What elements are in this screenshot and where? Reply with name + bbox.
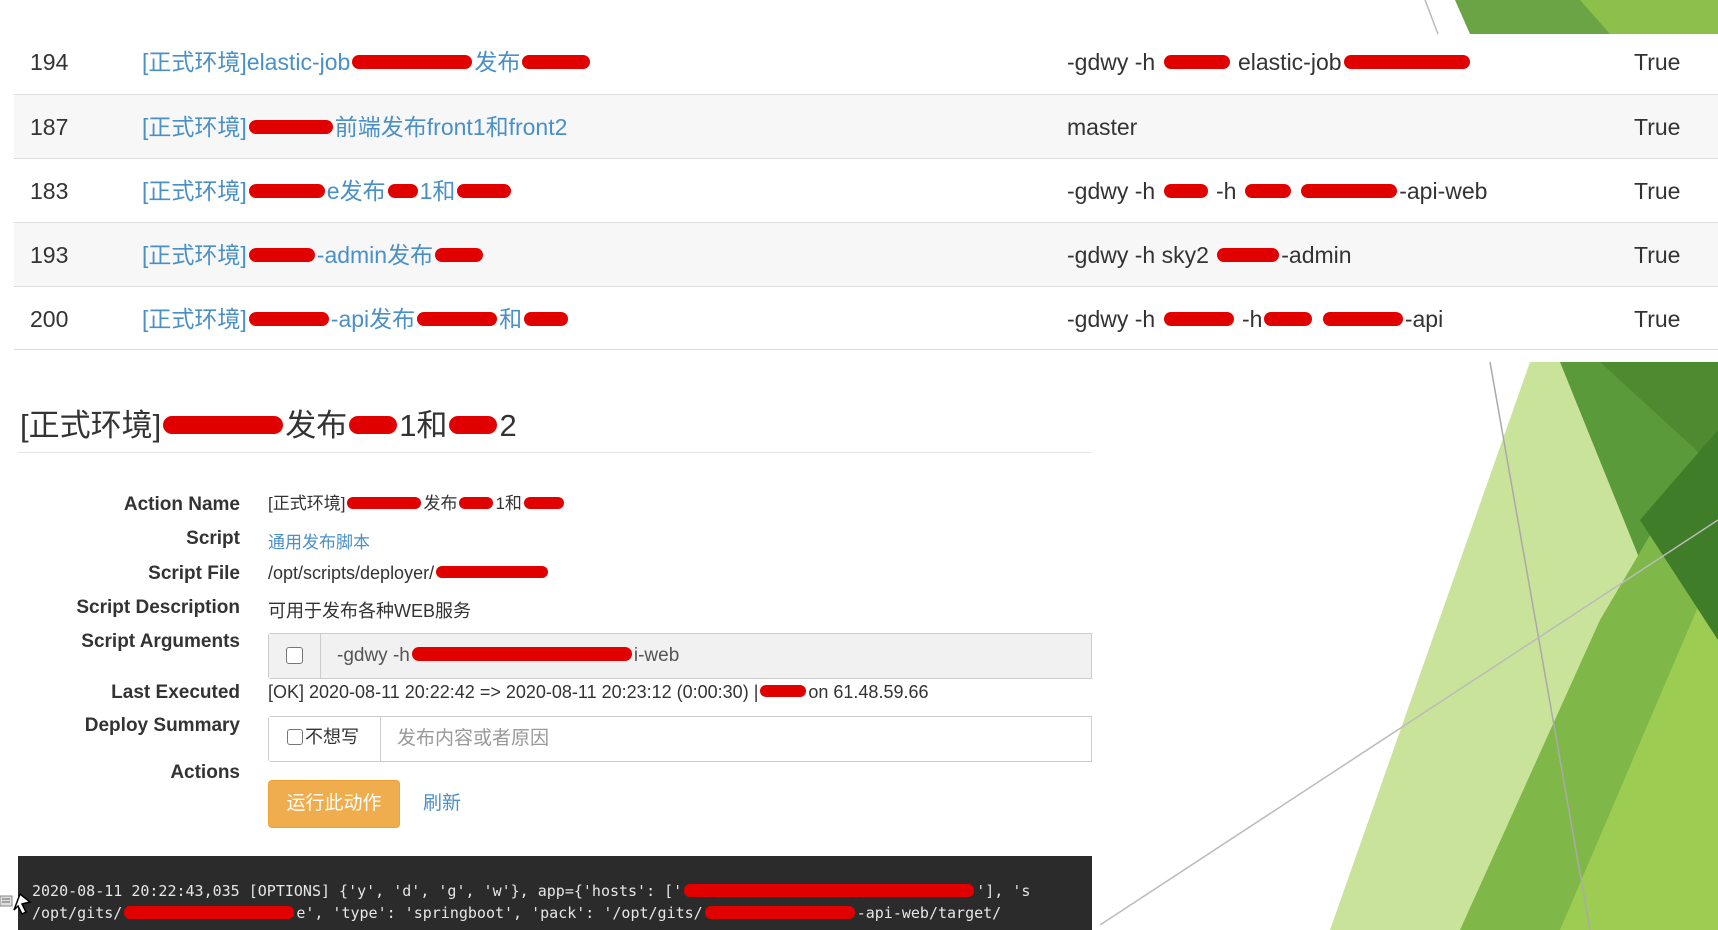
redaction-mark: [1322, 311, 1403, 326]
row-args: -gdwy -h elastic-job: [1067, 30, 1627, 94]
redaction-mark: [417, 311, 498, 326]
deploy-summary-label: Deploy Summary: [84, 715, 240, 736]
redaction-mark: [684, 884, 975, 897]
title-divider: [18, 452, 1092, 453]
last-executed-label: Last Executed: [111, 682, 240, 703]
redaction-mark: [436, 566, 549, 579]
script-arguments-label: Script Arguments: [81, 631, 240, 652]
cursor-hand-icon: [0, 892, 32, 916]
redaction-mark: [1163, 54, 1230, 69]
script-link[interactable]: 通用发布脚本: [268, 528, 370, 553]
redaction-mark: [347, 496, 422, 509]
row-id: 193: [30, 242, 69, 268]
skip-summary-checkbox[interactable]: [287, 729, 303, 745]
script-file-value: /opt/scripts/deployer/: [268, 563, 550, 584]
redaction-mark: [1163, 183, 1208, 198]
actions-table: 194 [正式环境]elastic-job 发布 -gdwy -h elastic…: [14, 30, 1718, 350]
deploy-summary-group: 不想写 发布内容或者原因: [268, 716, 1092, 762]
last-executed-value: [OK] 2020-08-11 20:22:42 => 2020-08-11 2…: [268, 682, 929, 702]
page-content: 194 [正式环境]elastic-job 发布 -gdwy -h elastic…: [0, 0, 1718, 930]
row-id: 183: [30, 178, 69, 204]
redaction-mark: [1264, 311, 1313, 326]
action-name-value: [正式环境] 发布 1和: [268, 489, 566, 514]
redaction-mark: [349, 415, 398, 434]
row-args: -gdwy -h -h -api-web: [1067, 178, 1488, 204]
redaction-mark: [524, 311, 569, 326]
redaction-mark: [459, 496, 494, 509]
row-id: 200: [30, 306, 69, 332]
redaction-mark: [1301, 183, 1398, 198]
action-name-link[interactable]: [正式环境] -api发布和: [142, 287, 1062, 351]
row-args: -gdwy -h -h -api: [1067, 306, 1444, 332]
override-arguments-checkbox[interactable]: [286, 647, 303, 664]
redaction-mark: [248, 119, 333, 134]
refresh-link[interactable]: 刷新: [423, 780, 461, 828]
redaction-mark: [523, 496, 564, 509]
row-id: 187: [30, 114, 69, 140]
row-enabled-flag: True: [1634, 114, 1681, 140]
row-enabled-flag: True: [1634, 178, 1681, 204]
redaction-mark: [1244, 183, 1291, 198]
redaction-mark: [457, 183, 512, 198]
action-name-link[interactable]: [正式环境] e发布 1和: [142, 159, 1062, 223]
actions-label: Actions: [170, 762, 240, 783]
table-row[interactable]: 194 [正式环境]elastic-job 发布 -gdwy -h elastic…: [14, 30, 1718, 94]
row-enabled-flag: True: [1634, 49, 1681, 75]
row-args: -gdwy -h sky2 -admin: [1067, 242, 1352, 268]
override-arguments-addon: [269, 634, 321, 678]
action-detail-panel: [正式环境] 发布 1和 2 Action Name [正式环境] 发布 1和 Scrip…: [18, 390, 1092, 930]
script-label: Script: [186, 528, 240, 549]
action-name-label: Action Name: [123, 494, 240, 515]
row-enabled-flag: True: [1634, 242, 1681, 268]
script-description-value: 可用于发布各种WEB服务: [268, 601, 472, 621]
redaction-mark: [352, 54, 473, 69]
console-output: 2020-08-11 20:22:43,035 [OPTIONS] {'y', …: [18, 856, 1092, 930]
redaction-mark: [704, 906, 855, 919]
redaction-mark: [435, 247, 484, 262]
redaction-mark: [522, 54, 591, 69]
redaction-mark: [248, 247, 315, 262]
action-name-link[interactable]: [正式环境] -admin发布: [142, 223, 1062, 287]
table-row[interactable]: 183 [正式环境] e发布 1和 -gdwy -h -h -api-web Tru…: [14, 158, 1718, 222]
table-row[interactable]: 187 [正式环境] 前端发布front1和front2 master True: [14, 94, 1718, 158]
row-enabled-flag: True: [1634, 306, 1681, 332]
redaction-mark: [1343, 54, 1470, 69]
script-arguments-input[interactable]: -gdwy -h i-web: [321, 634, 1091, 678]
redaction-mark: [411, 646, 632, 661]
redaction-mark: [760, 685, 807, 698]
deploy-summary-input[interactable]: 发布内容或者原因: [381, 717, 1091, 761]
row-args: master: [1067, 114, 1138, 140]
redaction-mark: [124, 906, 295, 919]
action-name-link[interactable]: [正式环境] 前端发布front1和front2: [142, 95, 1062, 159]
table-row[interactable]: 200 [正式环境] -api发布和 -gdwy -h -h -api True: [14, 286, 1718, 350]
skip-summary-addon[interactable]: 不想写: [269, 717, 381, 761]
row-id: 194: [30, 49, 69, 75]
page-title: [正式环境] 发布 1和 2: [20, 408, 517, 443]
run-action-button[interactable]: 运行此动作: [268, 780, 400, 828]
redaction-mark: [1217, 247, 1280, 262]
redaction-mark: [387, 183, 418, 198]
console-line: 2020-08-11 20:22:43,035 [OPTIONS] {'y', …: [32, 882, 1031, 900]
script-file-label: Script File: [148, 563, 240, 584]
redaction-mark: [449, 415, 498, 434]
script-arguments-group: -gdwy -h i-web: [268, 633, 1092, 679]
redaction-mark: [248, 183, 325, 198]
script-description-label: Script Description: [76, 597, 240, 618]
redaction-mark: [163, 415, 284, 434]
skip-summary-label: 不想写: [305, 727, 359, 747]
redaction-mark: [248, 311, 329, 326]
console-line: /opt/gits/e', 'type': 'springboot', 'pac…: [32, 904, 1002, 922]
redaction-mark: [1163, 311, 1234, 326]
action-name-link[interactable]: [正式环境]elastic-job 发布: [142, 30, 1062, 94]
table-row[interactable]: 193 [正式环境] -admin发布 -gdwy -h sky2 -admin …: [14, 222, 1718, 286]
